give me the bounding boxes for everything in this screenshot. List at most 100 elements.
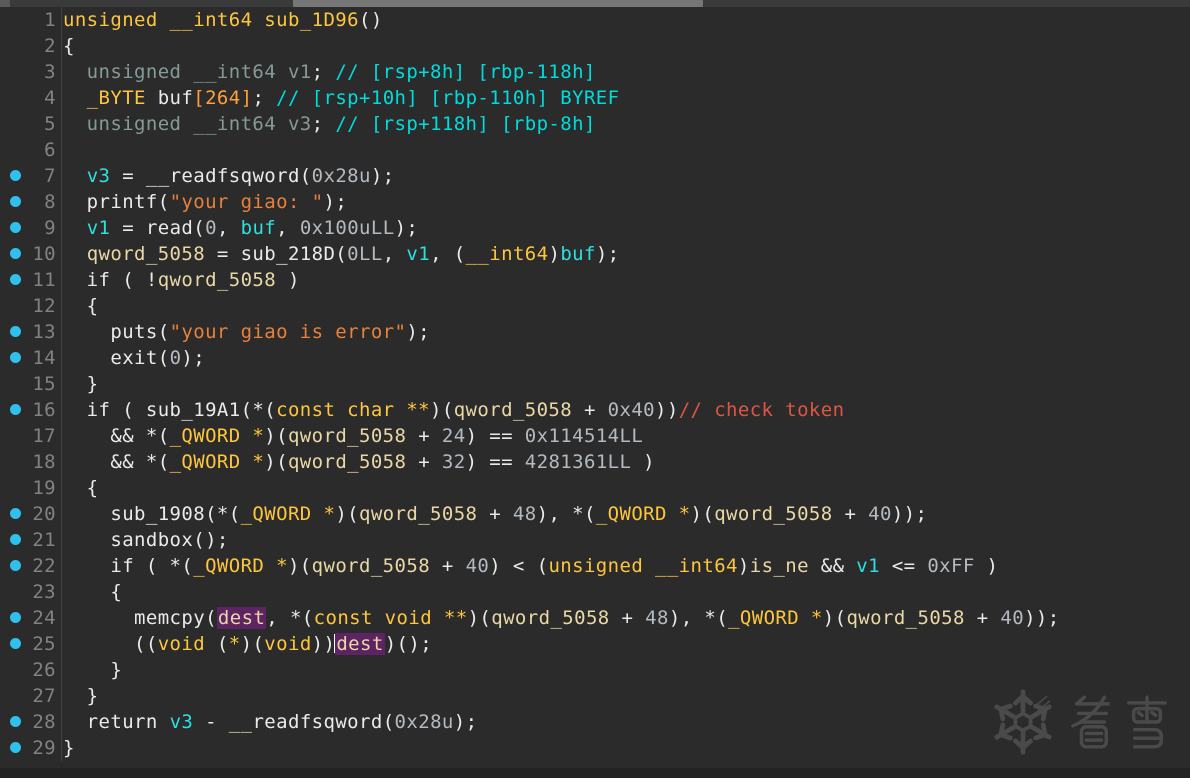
code-token: ,: [276, 217, 300, 239]
breakpoint-dot-empty: [10, 664, 21, 675]
code-line[interactable]: 1 unsigned __int64 sub_1D96(): [0, 7, 1190, 33]
code-token: _QWORD *: [728, 607, 823, 629]
breakpoint-dot[interactable]: [10, 326, 21, 337]
code-token: qword_5058: [359, 503, 478, 525]
breakpoint-dot[interactable]: [10, 352, 21, 363]
code-text: }: [62, 371, 99, 397]
code-token: _QWORD *: [169, 425, 265, 447]
code-line[interactable]: 5 unsigned __int64 v3; // [rsp+118h] [rb…: [0, 111, 1190, 137]
code-line[interactable]: 15 }: [0, 371, 1190, 397]
breakpoint-dot[interactable]: [10, 274, 21, 285]
code-token: const void **: [313, 607, 468, 629]
code-line[interactable]: 18 && *(_QWORD *)(qword_5058 + 32) == 42…: [0, 449, 1190, 475]
breakpoint-dot[interactable]: [10, 222, 21, 233]
code-token: = __readfsqword(: [110, 165, 312, 187]
code-token: 48: [512, 503, 537, 525]
code-line[interactable]: 23 {: [0, 579, 1190, 605]
code-line[interactable]: 10 qword_5058 = sub_218D(0LL, v1, (__int…: [0, 241, 1190, 267]
code-token: is_ne: [749, 555, 809, 577]
breakpoint-dot[interactable]: [10, 716, 21, 727]
code-token: );: [453, 711, 478, 733]
code-text: printf("your giao: ");: [62, 189, 347, 215]
breakpoint-dot[interactable]: [10, 248, 21, 259]
gutter: 18: [0, 449, 62, 475]
breakpoint-dot[interactable]: [10, 742, 21, 753]
code-line[interactable]: 12 {: [0, 293, 1190, 319]
code-token: );: [406, 321, 431, 343]
code-line[interactable]: 14 exit(0);: [0, 345, 1190, 371]
code-token: v1: [86, 217, 111, 239]
code-line[interactable]: 13 puts("your giao is error");: [0, 319, 1190, 345]
code-token: +: [572, 399, 608, 421]
code-line[interactable]: 21 sandbox();: [0, 527, 1190, 553]
code-line[interactable]: 8 printf("your giao: ");: [0, 189, 1190, 215]
code-token: readfsqword(: [252, 711, 395, 733]
breakpoint-dot-empty: [10, 378, 21, 389]
pseudocode-editor[interactable]: 1 unsigned __int64 sub_1D96() 2{3 unsigned…: [0, 7, 1190, 768]
decompiler-window: 1 unsigned __int64 sub_1D96() 2{3 unsigned…: [0, 0, 1190, 778]
code-token: +: [832, 503, 869, 525]
gutter: 26: [0, 657, 62, 683]
code-text: if ( *(_QWORD *)(qword_5058 + 40) < (uns…: [62, 553, 998, 579]
code-token: )): [655, 399, 679, 421]
code-text: memcpy(dest, *(const void **)(qword_5058…: [62, 605, 1060, 631]
code-token: if ( !: [63, 269, 158, 291]
code-token: _BYTE: [63, 87, 158, 109]
gutter: 5: [0, 111, 62, 137]
code-line[interactable]: 26 }: [0, 657, 1190, 683]
code-line[interactable]: 4 _BYTE buf[264]; // [rsp+10h] [rbp-110h…: [0, 85, 1190, 111]
code-token: (: [205, 633, 229, 655]
code-token: _QWORD *: [169, 451, 265, 473]
breakpoint-dot[interactable]: [10, 638, 21, 649]
code-text: }: [62, 735, 75, 761]
code-token: ;: [311, 61, 336, 83]
gutter: 13: [0, 319, 62, 345]
code-text: unsigned __int64 sub_1D96(): [62, 7, 383, 33]
breakpoint-dot-empty: [10, 118, 21, 129]
breakpoint-dot[interactable]: [10, 508, 21, 519]
code-token: ), *(: [536, 503, 596, 525]
code-line[interactable]: 11 if ( !qword_5058 ): [0, 267, 1190, 293]
code-line[interactable]: 25 ((void (*)(void))dest)();: [0, 631, 1190, 657]
breakpoint-dot-empty: [10, 430, 21, 441]
code-line[interactable]: 7 v3 = __readfsqword(0x28u);: [0, 163, 1190, 189]
horizontal-scrollbar[interactable]: [0, 0, 1190, 7]
gutter: 1: [0, 7, 62, 33]
gutter: 23: [0, 579, 62, 605]
code-token: qword_5058: [287, 425, 407, 447]
code-token: <=: [879, 555, 928, 577]
code-line[interactable]: 9 v1 = read(0, buf, 0x100uLL);: [0, 215, 1190, 241]
code-line[interactable]: 16 if ( sub_19A1(*(const char **)(qword_…: [0, 397, 1190, 423]
code-line[interactable]: 24 memcpy(dest, *(const void **)(qword_5…: [0, 605, 1190, 631]
code-line[interactable]: 22 if ( *(_QWORD *)(qword_5058 + 40) < (…: [0, 553, 1190, 579]
breakpoint-dot[interactable]: [10, 170, 21, 181]
code-token: qword_5058: [287, 451, 407, 473]
gutter: 9: [0, 215, 62, 241]
code-token: )(: [690, 503, 715, 525]
code-line[interactable]: 20 sub_1908(*(_QWORD *)(qword_5058 + 48)…: [0, 501, 1190, 527]
code-token: 32: [441, 451, 466, 473]
code-line[interactable]: 2{: [0, 33, 1190, 59]
code-line[interactable]: 6: [0, 137, 1190, 163]
code-token: if ( *(: [63, 555, 194, 577]
code-text: _BYTE buf[264]; // [rsp+10h] [rbp-110h] …: [62, 85, 619, 111]
gutter: 28: [0, 709, 62, 735]
code-line[interactable]: 3 unsigned __int64 v1; // [rsp+8h] [rbp-…: [0, 59, 1190, 85]
breakpoint-dot[interactable]: [10, 196, 21, 207]
code-token: unsigned __int64 v1: [63, 61, 312, 83]
code-token: 0: [169, 347, 182, 369]
breakpoint-dot[interactable]: [10, 404, 21, 415]
code-token: v3: [169, 711, 194, 733]
code-token: v3: [86, 165, 111, 187]
code-line[interactable]: 17 && *(_QWORD *)(qword_5058 + 24) == 0x…: [0, 423, 1190, 449]
code-line[interactable]: 19 {: [0, 475, 1190, 501]
gutter: 4: [0, 85, 62, 111]
breakpoint-dot[interactable]: [10, 534, 21, 545]
code-token: && *(: [63, 451, 170, 473]
code-area: 1 unsigned __int64 sub_1D96() 2{3 unsigned…: [0, 7, 1190, 761]
breakpoint-dot[interactable]: [10, 560, 21, 571]
breakpoint-dot-empty: [10, 92, 21, 103]
scrollbar-thumb[interactable]: [293, 0, 703, 7]
breakpoint-dot[interactable]: [10, 612, 21, 623]
code-token: ) ==: [465, 451, 525, 473]
